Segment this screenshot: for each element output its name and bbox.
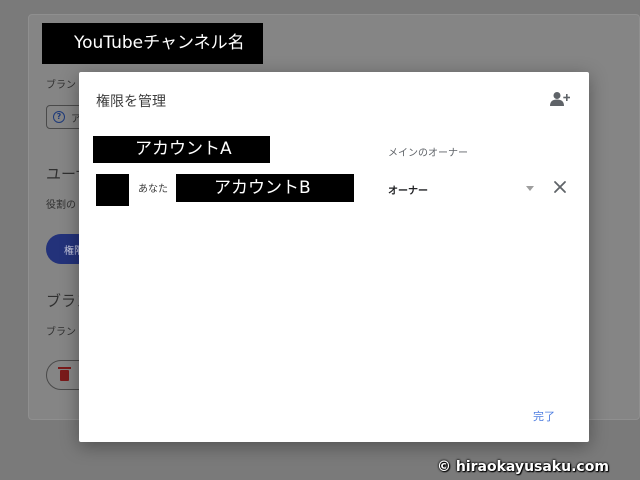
trash-icon <box>58 367 71 381</box>
dialog-title: 権限を管理 <box>96 94 166 110</box>
role-select-value: オーナー <box>388 186 428 197</box>
users-heading: ユーザー <box>46 165 80 183</box>
role-select[interactable]: オーナー <box>388 179 534 199</box>
user-row: あなた アカウントB オーナー <box>96 174 576 206</box>
help-icon: ? <box>53 111 65 123</box>
chevron-down-icon <box>526 186 534 191</box>
brand-description-text: ブランド <box>46 80 80 91</box>
you-label: あなた <box>138 184 168 195</box>
account-b-label: アカウントB <box>176 174 354 202</box>
roles-description-text: 役割の <box>46 200 76 211</box>
channel-name-banner: YouTubeチャンネル名 <box>42 23 263 64</box>
main-owner-row: アカウントA メインのオーナー <box>93 136 573 164</box>
close-icon[interactable] <box>553 180 567 194</box>
main-owner-role-label: メインのオーナー <box>388 148 468 159</box>
copyright-watermark: © hiraokayusaku.com <box>437 459 609 475</box>
account-a-label: アカウントA <box>93 136 270 163</box>
manage-permissions-dialog: 権限を管理 アカウントA メインのオーナー あなた アカウントB オーナー 完了 <box>79 72 589 442</box>
avatar <box>96 174 129 206</box>
done-button[interactable]: 完了 <box>533 408 555 424</box>
person-add-icon[interactable] <box>550 91 570 107</box>
brand-heading: ブランド <box>46 292 80 310</box>
brand-description-text-2: ブランド <box>46 327 80 338</box>
